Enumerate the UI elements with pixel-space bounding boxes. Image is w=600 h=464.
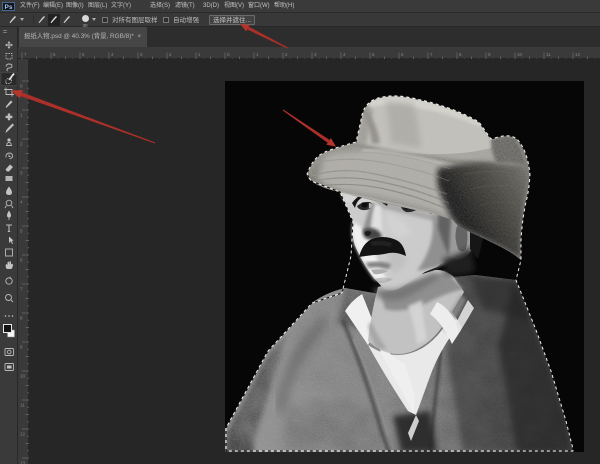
svg-text:1: 1 [20,113,23,118]
svg-text:4: 4 [111,52,114,57]
svg-text:7: 7 [20,287,23,292]
svg-text:5: 5 [82,52,85,57]
svg-text:13: 13 [20,461,26,464]
svg-text:11: 11 [546,52,551,57]
svg-text:7: 7 [430,52,433,57]
svg-text:4: 4 [20,200,23,205]
svg-text:3: 3 [140,52,143,57]
svg-text:8: 8 [459,52,462,57]
svg-text:6: 6 [53,52,56,57]
svg-text:10: 10 [517,52,523,57]
svg-text:12: 12 [20,432,26,437]
svg-text:1: 1 [198,52,201,57]
svg-text:0: 0 [20,84,23,89]
svg-text:1: 1 [256,52,259,57]
svg-text:6: 6 [20,258,23,263]
svg-text:12: 12 [575,52,581,57]
svg-text:8: 8 [20,316,23,321]
svg-text:4: 4 [343,52,346,57]
svg-text:5: 5 [372,52,375,57]
svg-text:11: 11 [20,403,25,408]
svg-text:10: 10 [20,374,26,379]
svg-text:0: 0 [227,52,230,57]
svg-text:7: 7 [24,52,27,57]
svg-text:9: 9 [488,52,491,57]
svg-text:3: 3 [314,52,317,57]
svg-text:2: 2 [169,52,172,57]
svg-text:9: 9 [20,345,23,350]
svg-text:6: 6 [401,52,404,57]
svg-text:3: 3 [20,171,23,176]
svg-text:5: 5 [20,229,23,234]
svg-text:2: 2 [20,142,23,147]
svg-text:2: 2 [285,52,288,57]
